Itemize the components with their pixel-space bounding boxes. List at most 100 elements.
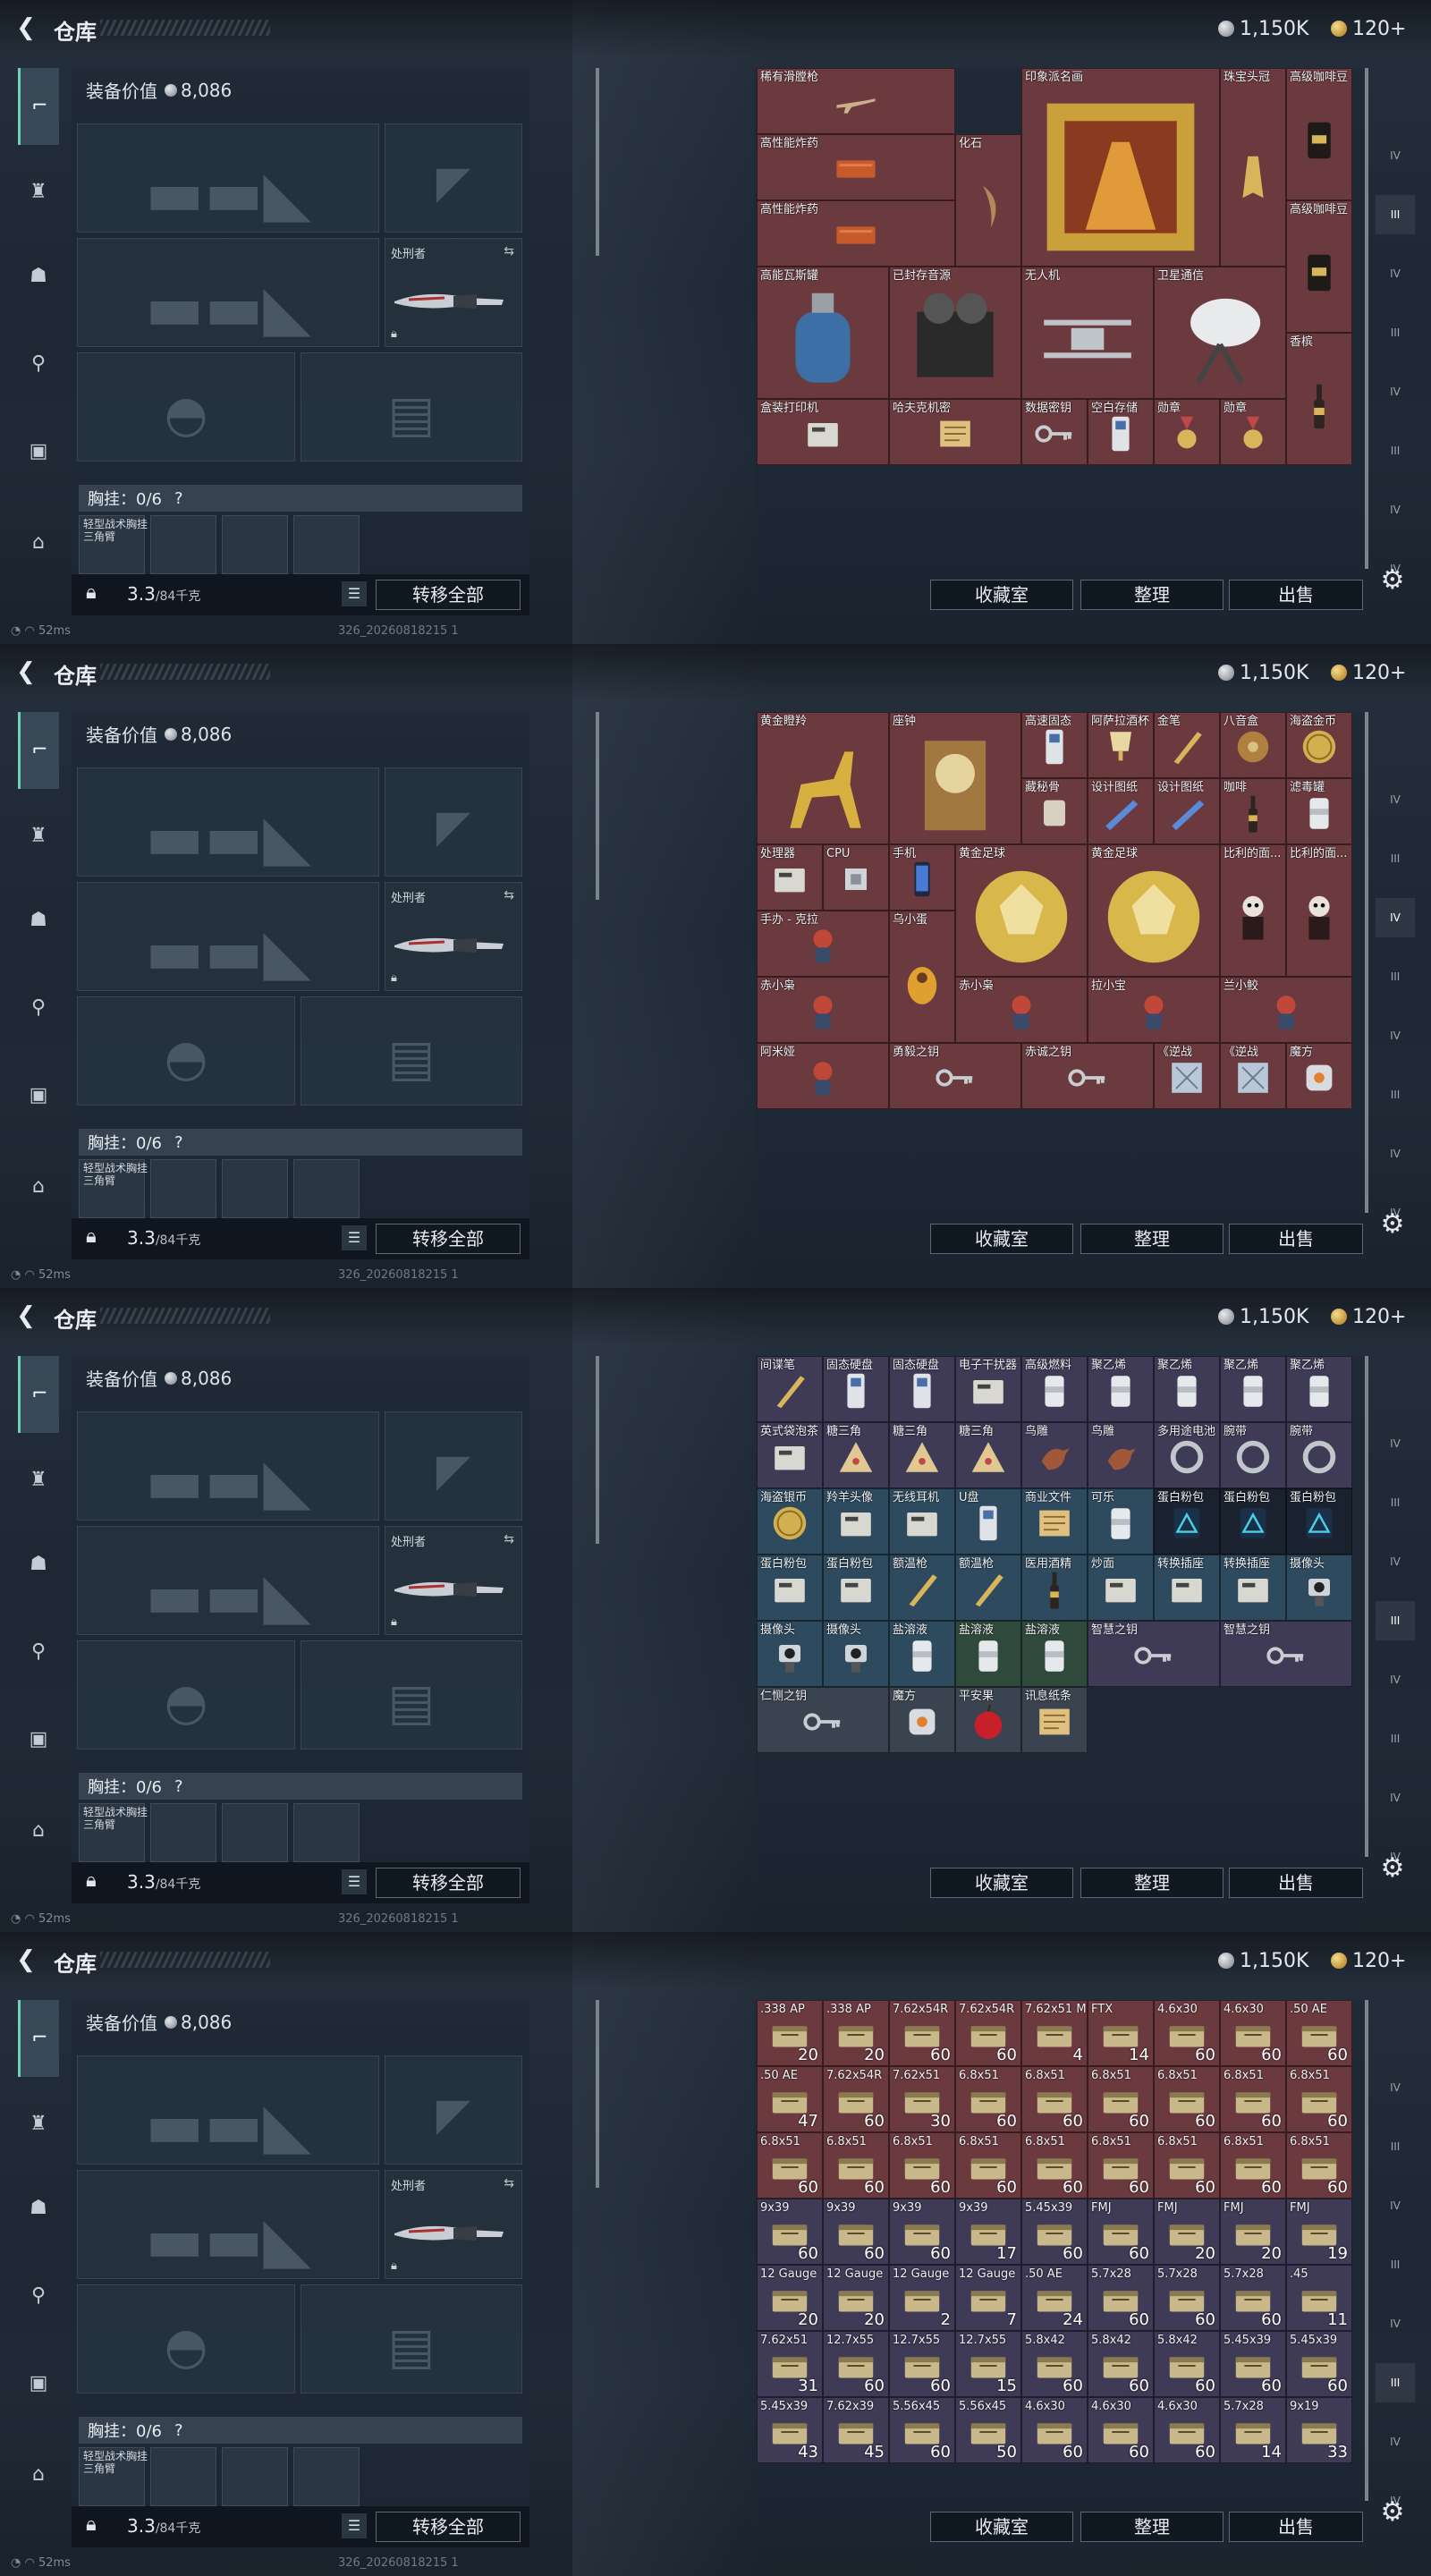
inventory-item[interactable]: 《逆战 <box>1220 1043 1286 1109</box>
inventory-item[interactable]: 咖啡 <box>1220 778 1286 844</box>
inventory-item[interactable]: 聚乙烯 <box>1088 1356 1154 1422</box>
backpack-icon[interactable]: ☗ <box>18 900 59 941</box>
helmet-slot[interactable]: ◓ <box>77 2284 295 2394</box>
gun-icon[interactable]: ⌐ <box>18 2000 59 2077</box>
inventory-item[interactable]: 高性能炸药 <box>757 200 955 267</box>
gold-currency[interactable]: 120+ <box>1331 1304 1406 1329</box>
transfer-all-button[interactable]: 转移全部 <box>376 1868 521 1898</box>
inventory-item[interactable]: 设计图纸 <box>1088 778 1154 844</box>
inventory-item[interactable]: CPU <box>823 844 889 911</box>
gear-icon[interactable]: ⚙ <box>1377 565 1408 596</box>
inventory-item[interactable]: 手机 <box>889 844 955 911</box>
inventory-item[interactable]: 赤小枭 <box>955 977 1088 1043</box>
inventory-item[interactable]: 5.7x28 60 <box>1088 2265 1154 2331</box>
inventory-item[interactable]: .50 AE 47 <box>757 2066 823 2132</box>
inventory-item[interactable]: 英式袋泡茶 <box>757 1422 823 1488</box>
inventory-item[interactable]: 12 Gauge 7 <box>955 2265 1021 2331</box>
inventory-item[interactable]: 讯息纸条 <box>1021 1687 1088 1753</box>
inventory-item[interactable]: 9x39 17 <box>955 2199 1021 2265</box>
primary-weapon-slot[interactable]: ▬▬◣ <box>77 123 379 233</box>
inventory-item[interactable]: 处理器 <box>757 844 823 911</box>
inventory-item[interactable]: 比利的面... <box>1286 844 1352 977</box>
inventory-item[interactable]: .50 AE 24 <box>1021 2265 1088 2331</box>
inventory-item[interactable]: 盐溶液 <box>889 1621 955 1687</box>
inventory-item[interactable]: 9x39 60 <box>823 2199 889 2265</box>
inventory-item[interactable]: 糖三角 <box>823 1422 889 1488</box>
chest-rig-slot[interactable] <box>150 515 216 574</box>
sell-button[interactable]: 出售 <box>1229 1868 1363 1898</box>
briefcase-icon[interactable]: ⌂ <box>18 2454 59 2496</box>
helmet-slot[interactable]: ◓ <box>77 996 295 1106</box>
chest-rig-slot[interactable] <box>293 2447 360 2506</box>
inventory-item[interactable]: 6.8x51 60 <box>955 2132 1021 2199</box>
inventory-item[interactable]: FTX 14 <box>1088 2000 1154 2066</box>
storage-scrollbar[interactable] <box>1365 68 1368 569</box>
pistol-slot[interactable]: ◤ <box>385 767 522 877</box>
gear-icon[interactable]: ⚙ <box>1377 1209 1408 1240</box>
storage-scrollbar[interactable] <box>1365 712 1368 1213</box>
inventory-item[interactable]: 6.8x51 60 <box>757 2132 823 2199</box>
inventory-item[interactable]: 4.6x30 60 <box>1088 2397 1154 2463</box>
page-6-icon[interactable]: IV <box>1376 1016 1415 1055</box>
inventory-item[interactable]: 固态硬盘 <box>889 1356 955 1422</box>
inventory-item[interactable]: 转换插座 <box>1220 1555 1286 1621</box>
inventory-item[interactable]: 黄金足球 <box>955 844 1088 977</box>
inventory-item[interactable]: 八音盒 <box>1220 712 1286 778</box>
inventory-item[interactable]: 蛋白粉包 <box>1286 1488 1352 1555</box>
page-4-icon[interactable]: IV <box>1376 2186 1415 2225</box>
inventory-item[interactable]: 空白存储 <box>1088 399 1154 465</box>
inventory-item[interactable]: 摄像头 <box>1286 1555 1352 1621</box>
storage-icon[interactable] <box>1376 1365 1415 1404</box>
page-8-icon[interactable]: IV <box>1376 490 1415 530</box>
inventory-item[interactable]: 高性能炸药 <box>757 134 955 200</box>
page-2-icon[interactable]: IV <box>1376 136 1415 175</box>
page-5-icon[interactable]: III <box>1376 2245 1415 2284</box>
container-icon[interactable]: ▣ <box>18 1719 59 1760</box>
silver-currency[interactable]: 1,150K <box>1218 1304 1308 1329</box>
inventory-item[interactable]: FMJ 20 <box>1220 2199 1286 2265</box>
inventory-item[interactable]: 6.8x51 60 <box>1088 2066 1154 2132</box>
sell-button[interactable]: 出售 <box>1229 580 1363 610</box>
page-6-icon[interactable]: IV <box>1376 1660 1415 1699</box>
page-6-icon[interactable]: IV <box>1376 372 1415 411</box>
armor-icon[interactable]: ♜ <box>18 172 59 213</box>
sort-button[interactable]: 整理 <box>1080 1868 1224 1898</box>
inventory-item[interactable]: 可乐 <box>1088 1488 1154 1555</box>
collection-button[interactable]: 收藏室 <box>930 2512 1073 2542</box>
inventory-item[interactable]: 4.6x30 60 <box>1154 2000 1220 2066</box>
inventory-item[interactable]: 勋章 <box>1154 399 1220 465</box>
inventory-item[interactable]: 黄金瞪羚 <box>757 712 889 844</box>
transfer-all-button[interactable]: 转移全部 <box>376 1224 521 1254</box>
transfer-all-button[interactable]: 转移全部 <box>376 2512 521 2542</box>
inventory-item[interactable]: 设计图纸 <box>1154 778 1220 844</box>
inventory-item[interactable]: 蛋白粉包 <box>1154 1488 1220 1555</box>
inventory-item[interactable]: 阿萨拉酒杯 <box>1088 712 1154 778</box>
gun-icon[interactable]: ⌐ <box>18 1356 59 1433</box>
inventory-item[interactable]: 滤毒罐 <box>1286 778 1352 844</box>
inventory-item[interactable]: 盐溶液 <box>1021 1621 1088 1687</box>
gold-currency[interactable]: 120+ <box>1331 16 1406 41</box>
silver-currency[interactable]: 1,150K <box>1218 16 1308 41</box>
inventory-item[interactable]: 印象派名画 <box>1021 68 1220 267</box>
inventory-item[interactable]: 高能瓦斯罐 <box>757 267 889 399</box>
inventory-item[interactable]: 5.45x39 60 <box>1220 2331 1286 2397</box>
chest-rig-slot[interactable] <box>150 1803 216 1862</box>
melee-slot[interactable]: 处刑者 ⇆ 🔒︎ <box>385 2170 522 2279</box>
pistol-slot[interactable]: ◤ <box>385 2055 522 2165</box>
pistol-slot[interactable]: ◤ <box>385 1411 522 1521</box>
inventory-item[interactable]: 珠宝头冠 <box>1220 68 1286 267</box>
page-6-icon[interactable]: IV <box>1376 2304 1415 2343</box>
inventory-item[interactable]: 4.6x30 60 <box>1154 2397 1220 2463</box>
bag-icon[interactable]: ⚲ <box>18 1631 59 1673</box>
inventory-item[interactable]: 《逆战 <box>1154 1043 1220 1109</box>
inventory-item[interactable]: 勇毅之钥 <box>889 1043 1021 1109</box>
inventory-item[interactable]: 12.7x55 60 <box>823 2331 889 2397</box>
help-icon[interactable]: ? <box>174 2421 183 2440</box>
inventory-item[interactable]: 化石 <box>955 134 1021 267</box>
inventory-item[interactable]: .45 11 <box>1286 2265 1352 2331</box>
inventory-item[interactable]: 盒装打印机 <box>757 399 889 465</box>
inventory-item[interactable]: 5.8x42 60 <box>1154 2331 1220 2397</box>
back-arrow-icon[interactable]: ❮ <box>13 13 39 43</box>
list-icon[interactable]: ☰ <box>342 2513 367 2538</box>
inventory-item[interactable]: 7.62x51 31 <box>757 2331 823 2397</box>
